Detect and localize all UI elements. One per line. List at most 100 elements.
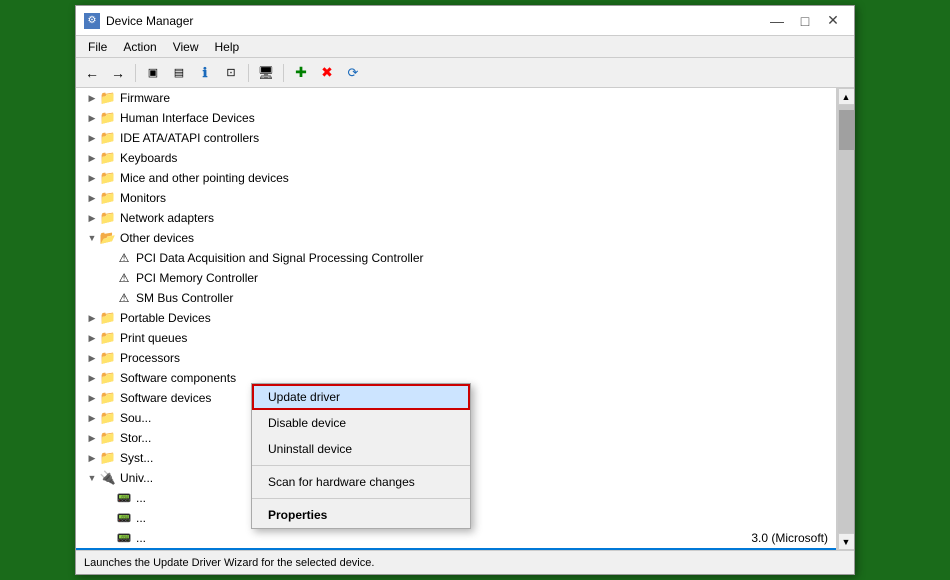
menu-view[interactable]: View <box>165 38 207 56</box>
expand-other[interactable]: ▼ <box>84 230 100 246</box>
app-icon: ⚙ <box>84 13 100 29</box>
folder-icon-monitors: 📁 <box>100 190 116 206</box>
device-icon-usb-partial: 📟 <box>116 530 132 546</box>
expand-software-comp[interactable]: ▶ <box>84 370 100 386</box>
context-scan-hardware[interactable]: Scan for hardware changes <box>252 469 470 495</box>
toolbar-btn-1[interactable]: ▣ <box>141 61 165 85</box>
context-menu: Update driver Disable device Uninstall d… <box>251 383 471 529</box>
expand-portable[interactable]: ▶ <box>84 310 100 326</box>
context-separator-2 <box>252 498 470 499</box>
tree-item-ide[interactable]: ▶ 📁 IDE ATA/ATAPI controllers <box>76 128 836 148</box>
toolbar-back[interactable]: ← <box>80 61 104 85</box>
folder-icon-system: 📁 <box>100 450 116 466</box>
label-usb-partial: ... <box>136 531 146 545</box>
tree-item-network[interactable]: ▶ 📁 Network adapters <box>76 208 836 228</box>
toolbar-refresh[interactable]: ⟳ <box>341 61 365 85</box>
maximize-button[interactable]: □ <box>792 11 818 31</box>
tree-item-usbmass[interactable]: 🔌 USB Mass Storage Device <box>76 548 836 550</box>
expand-network[interactable]: ▶ <box>84 210 100 226</box>
device-icon-usb2: 📟 <box>116 510 132 526</box>
scroll-down-arrow[interactable]: ▼ <box>838 533 855 550</box>
label-hid: Human Interface Devices <box>120 111 255 125</box>
device-icon-usb1: 📟 <box>116 490 132 506</box>
folder-icon-ide: 📁 <box>100 130 116 146</box>
usb-icon-universal: 🔌 <box>100 470 116 486</box>
label-software-comp: Software components <box>120 371 236 385</box>
folder-icon-hid: 📁 <box>100 110 116 126</box>
label-software-dev: Software devices <box>120 391 211 405</box>
scroll-thumb[interactable] <box>839 110 854 150</box>
menu-action[interactable]: Action <box>115 38 164 56</box>
warning-icon-pci2: ⚠ <box>116 270 132 286</box>
menu-help[interactable]: Help <box>207 38 248 56</box>
tree-item-other[interactable]: ▼ 📂 Other devices <box>76 228 836 248</box>
context-update-driver[interactable]: Update driver <box>252 384 470 410</box>
expand-usb-partial <box>100 530 116 546</box>
toolbar-info[interactable]: ℹ <box>193 61 217 85</box>
expand-firmware[interactable]: ▶ <box>84 90 100 106</box>
label-mice: Mice and other pointing devices <box>120 171 289 185</box>
expand-storage[interactable]: ▶ <box>84 430 100 446</box>
scrollbar[interactable]: ▲ ▼ <box>837 88 854 550</box>
label-universal: Univ... <box>120 471 153 485</box>
tree-item-firmware[interactable]: ▶ 📁 Firmware <box>76 88 836 108</box>
toolbar-btn-3[interactable]: ⊡ <box>219 61 243 85</box>
label-other: Other devices <box>120 231 194 245</box>
warning-icon-smbus: ⚠ <box>116 290 132 306</box>
toolbar-remove[interactable]: ✖ <box>315 61 339 85</box>
tree-item-pci1[interactable]: ⚠ PCI Data Acquisition and Signal Proces… <box>76 248 836 268</box>
tree-item-keyboards[interactable]: ▶ 📁 Keyboards <box>76 148 836 168</box>
scroll-track[interactable] <box>838 105 854 533</box>
toolbar-btn-2[interactable]: ▤ <box>167 61 191 85</box>
expand-monitors[interactable]: ▶ <box>84 190 100 206</box>
toolbar-add[interactable]: ✚ <box>289 61 313 85</box>
expand-sound[interactable]: ▶ <box>84 410 100 426</box>
folder-icon-network: 📁 <box>100 210 116 226</box>
label-ide: IDE ATA/ATAPI controllers <box>120 131 259 145</box>
toolbar-forward[interactable]: → <box>106 61 130 85</box>
close-button[interactable]: ✕ <box>820 11 846 31</box>
expand-print[interactable]: ▶ <box>84 330 100 346</box>
expand-universal[interactable]: ▼ <box>84 470 100 486</box>
status-bar: Launches the Update Driver Wizard for th… <box>76 550 854 574</box>
label-keyboards: Keyboards <box>120 151 177 165</box>
expand-ide[interactable]: ▶ <box>84 130 100 146</box>
expand-hid[interactable]: ▶ <box>84 110 100 126</box>
tree-item-smbus[interactable]: ⚠ SM Bus Controller <box>76 288 836 308</box>
label-processors: Processors <box>120 351 180 365</box>
expand-keyboards[interactable]: ▶ <box>84 150 100 166</box>
context-uninstall-device[interactable]: Uninstall device <box>252 436 470 462</box>
folder-icon-processors: 📁 <box>100 350 116 366</box>
toolbar: ← → ▣ ▤ ℹ ⊡ 🖥 ✚ ✖ ⟳ <box>76 58 854 88</box>
expand-usb2 <box>100 510 116 526</box>
label-portable: Portable Devices <box>120 311 211 325</box>
expand-software-dev[interactable]: ▶ <box>84 390 100 406</box>
label-firmware: Firmware <box>120 91 170 105</box>
toolbar-sep-1 <box>135 64 136 82</box>
label-pci1: PCI Data Acquisition and Signal Processi… <box>136 251 423 265</box>
minimize-button[interactable]: — <box>764 11 790 31</box>
toolbar-monitor[interactable]: 🖥 <box>254 61 278 85</box>
scroll-up-arrow[interactable]: ▲ <box>838 88 855 105</box>
tree-panel[interactable]: ▶ 📁 Firmware ▶ 📁 Human Interface Devices… <box>76 88 837 550</box>
menu-bar: File Action View Help <box>76 36 854 58</box>
expand-mice[interactable]: ▶ <box>84 170 100 186</box>
context-disable-device[interactable]: Disable device <box>252 410 470 436</box>
window-title: Device Manager <box>106 14 193 28</box>
expand-system[interactable]: ▶ <box>84 450 100 466</box>
context-properties[interactable]: Properties <box>252 502 470 528</box>
tree-item-processors[interactable]: ▶ 📁 Processors <box>76 348 836 368</box>
tree-item-hid[interactable]: ▶ 📁 Human Interface Devices <box>76 108 836 128</box>
tree-item-pci2[interactable]: ⚠ PCI Memory Controller <box>76 268 836 288</box>
expand-processors[interactable]: ▶ <box>84 350 100 366</box>
tree-item-print[interactable]: ▶ 📁 Print queues <box>76 328 836 348</box>
folder-icon-portable: 📁 <box>100 310 116 326</box>
warning-icon-pci1: ⚠ <box>116 250 132 266</box>
label-storage: Stor... <box>120 431 151 445</box>
menu-file[interactable]: File <box>80 38 115 56</box>
tree-item-portable[interactable]: ▶ 📁 Portable Devices <box>76 308 836 328</box>
tree-item-monitors[interactable]: ▶ 📁 Monitors <box>76 188 836 208</box>
tree-item-mice[interactable]: ▶ 📁 Mice and other pointing devices <box>76 168 836 188</box>
tree-item-usb-partial[interactable]: 📟 ... 3.0 (Microsoft) <box>76 528 836 548</box>
label-print: Print queues <box>120 331 187 345</box>
